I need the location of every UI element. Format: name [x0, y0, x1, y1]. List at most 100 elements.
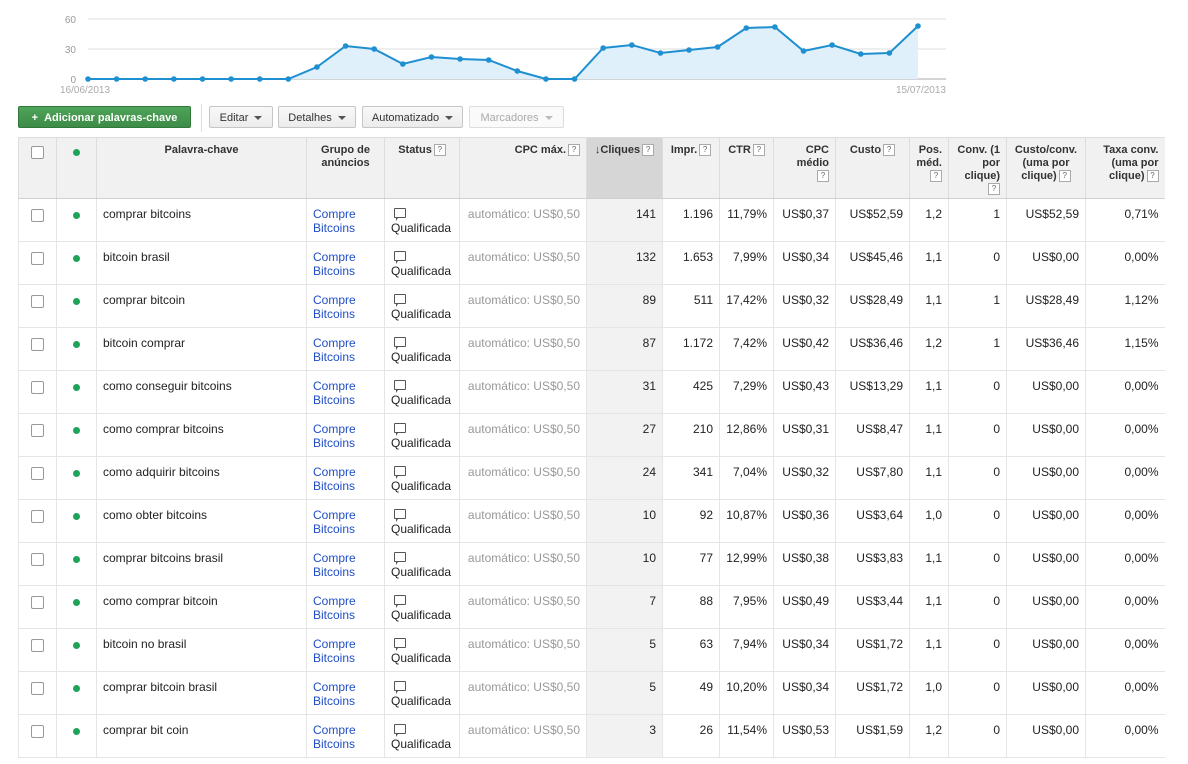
row-select-cell[interactable] [18, 413, 57, 457]
speech-bubble-icon[interactable] [394, 552, 406, 565]
adgroup-link[interactable]: Compre Bitcoins [313, 508, 356, 536]
help-icon[interactable]: ? [699, 144, 712, 156]
select-all-checkbox[interactable] [31, 146, 44, 159]
speech-bubble-icon[interactable] [394, 208, 406, 221]
keyword-cell[interactable]: comprar bit coin [96, 714, 307, 758]
speech-bubble-icon[interactable] [394, 423, 406, 436]
max-cpc-cell[interactable]: automático: US$0,50 [459, 327, 587, 371]
adgroup-link[interactable]: Compre Bitcoins [313, 680, 356, 708]
col-avg-pos[interactable]: Pos. méd.? [909, 137, 949, 199]
col-conv[interactable]: Conv. (1 por clique)? [948, 137, 1007, 199]
max-cpc-cell[interactable]: automático: US$0,50 [459, 456, 587, 500]
keyword-cell[interactable]: bitcoin brasil [96, 241, 307, 285]
row-select-cell[interactable] [18, 241, 57, 285]
col-impr[interactable]: Impr.? [662, 137, 720, 199]
row-select-cell[interactable] [18, 284, 57, 328]
col-cost-conv[interactable]: Custo/conv. (uma por clique)? [1006, 137, 1086, 199]
help-icon[interactable]: ? [988, 183, 1000, 195]
row-select-cell[interactable] [18, 370, 57, 414]
row-checkbox[interactable] [31, 553, 44, 566]
row-select-cell[interactable] [18, 671, 57, 715]
speech-bubble-icon[interactable] [394, 251, 406, 264]
keyword-cell[interactable]: como obter bitcoins [96, 499, 307, 543]
adgroup-link[interactable]: Compre Bitcoins [313, 637, 356, 665]
adgroup-link[interactable]: Compre Bitcoins [313, 336, 356, 364]
max-cpc-cell[interactable]: automático: US$0,50 [459, 198, 587, 242]
adgroup-link[interactable]: Compre Bitcoins [313, 379, 356, 407]
row-checkbox[interactable] [31, 467, 44, 480]
keyword-cell[interactable]: bitcoin no brasil [96, 628, 307, 672]
speech-bubble-icon[interactable] [394, 509, 406, 522]
keyword-cell[interactable]: como comprar bitcoins [96, 413, 307, 457]
help-icon[interactable]: ? [1146, 170, 1159, 182]
col-status[interactable]: Status? [384, 137, 460, 199]
row-checkbox[interactable] [31, 209, 44, 222]
row-checkbox[interactable] [31, 338, 44, 351]
row-checkbox[interactable] [31, 381, 44, 394]
keyword-cell[interactable]: comprar bitcoins [96, 198, 307, 242]
keyword-cell[interactable]: comprar bitcoin [96, 284, 307, 328]
keyword-cell[interactable]: bitcoin comprar [96, 327, 307, 371]
row-select-cell[interactable] [18, 198, 57, 242]
keyword-cell[interactable]: comprar bitcoins brasil [96, 542, 307, 586]
max-cpc-cell[interactable]: automático: US$0,50 [459, 241, 587, 285]
adgroup-link[interactable]: Compre Bitcoins [313, 551, 356, 579]
row-checkbox[interactable] [31, 295, 44, 308]
row-select-cell[interactable] [18, 327, 57, 371]
max-cpc-cell[interactable]: automático: US$0,50 [459, 499, 587, 543]
row-checkbox[interactable] [31, 682, 44, 695]
speech-bubble-icon[interactable] [394, 595, 406, 608]
row-select-cell[interactable] [18, 456, 57, 500]
help-icon[interactable]: ? [930, 170, 942, 182]
row-select-cell[interactable] [18, 714, 57, 758]
add-keywords-button[interactable]: + Adicionar palavras-chave [18, 106, 191, 128]
max-cpc-cell[interactable]: automático: US$0,50 [459, 413, 587, 457]
help-icon[interactable]: ? [752, 144, 765, 156]
col-max-cpc[interactable]: CPC máx.? [459, 137, 587, 199]
help-icon[interactable]: ? [433, 144, 446, 156]
col-clicks[interactable]: ↓Cliques? [586, 137, 663, 199]
max-cpc-cell[interactable]: automático: US$0,50 [459, 370, 587, 414]
labels-dropdown[interactable]: Marcadores [469, 106, 564, 128]
max-cpc-cell[interactable]: automático: US$0,50 [459, 671, 587, 715]
max-cpc-cell[interactable]: automático: US$0,50 [459, 585, 587, 629]
speech-bubble-icon[interactable] [394, 380, 406, 393]
help-icon[interactable]: ? [642, 144, 655, 156]
row-checkbox[interactable] [31, 596, 44, 609]
max-cpc-cell[interactable]: automático: US$0,50 [459, 628, 587, 672]
col-adgroup[interactable]: Grupo de anúncios [306, 137, 385, 199]
speech-bubble-icon[interactable] [394, 337, 406, 350]
help-icon[interactable]: ? [568, 144, 580, 156]
speech-bubble-icon[interactable] [394, 466, 406, 479]
keyword-cell[interactable]: como adquirir bitcoins [96, 456, 307, 500]
adgroup-link[interactable]: Compre Bitcoins [313, 422, 356, 450]
help-icon[interactable]: ? [883, 144, 896, 156]
row-checkbox[interactable] [31, 510, 44, 523]
speech-bubble-icon[interactable] [394, 638, 406, 651]
speech-bubble-icon[interactable] [394, 294, 406, 307]
row-checkbox[interactable] [31, 252, 44, 265]
row-select-cell[interactable] [18, 499, 57, 543]
col-avg-cpc[interactable]: CPC médio? [773, 137, 836, 199]
row-select-cell[interactable] [18, 542, 57, 586]
row-select-cell[interactable] [18, 585, 57, 629]
keyword-cell[interactable]: como conseguir bitcoins [96, 370, 307, 414]
max-cpc-cell[interactable]: automático: US$0,50 [459, 714, 587, 758]
help-icon[interactable]: ? [1058, 170, 1071, 182]
adgroup-link[interactable]: Compre Bitcoins [313, 723, 356, 751]
col-cost[interactable]: Custo? [835, 137, 910, 199]
help-icon[interactable]: ? [817, 170, 829, 182]
col-ctr[interactable]: CTR? [719, 137, 774, 199]
select-all-header[interactable] [18, 137, 57, 199]
row-checkbox[interactable] [31, 639, 44, 652]
max-cpc-cell[interactable]: automático: US$0,50 [459, 542, 587, 586]
speech-bubble-icon[interactable] [394, 724, 406, 737]
keyword-cell[interactable]: como comprar bitcoin [96, 585, 307, 629]
row-checkbox[interactable] [31, 424, 44, 437]
adgroup-link[interactable]: Compre Bitcoins [313, 293, 356, 321]
adgroup-link[interactable]: Compre Bitcoins [313, 207, 356, 235]
max-cpc-cell[interactable]: automático: US$0,50 [459, 284, 587, 328]
col-keyword[interactable]: Palavra-chave [96, 137, 307, 199]
col-conv-rate[interactable]: Taxa conv. (uma por clique)? [1085, 137, 1165, 199]
row-select-cell[interactable] [18, 628, 57, 672]
